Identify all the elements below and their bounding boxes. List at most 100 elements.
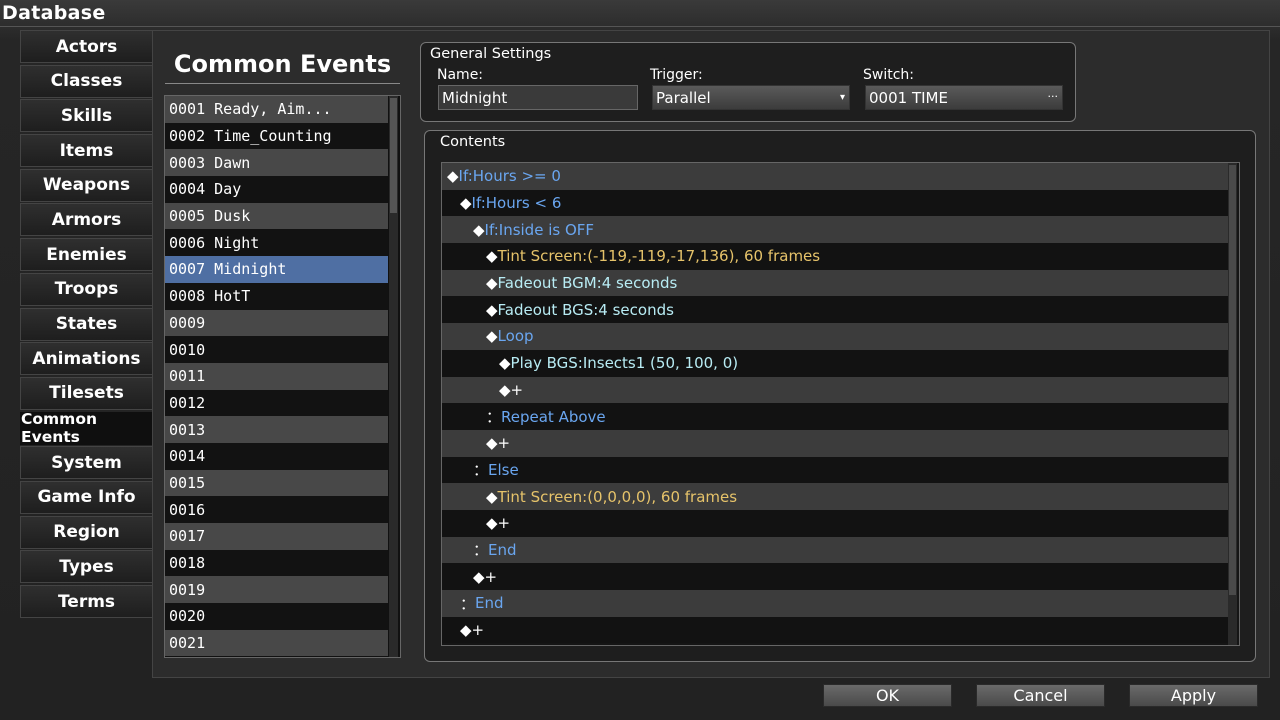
tab-label: Enemies	[46, 244, 127, 265]
diamond-icon: ◆	[473, 567, 485, 586]
switch-selector[interactable]: 0001 TIME ···	[865, 85, 1063, 110]
command-text: Play BGS:Insects1 (50, 100, 0)	[510, 354, 739, 373]
tab-enemies[interactable]: Enemies	[20, 238, 153, 272]
list-item[interactable]: 0010	[165, 336, 388, 363]
list-item[interactable]: 0003 Dawn	[165, 149, 388, 177]
command-text: If:Inside is OFF	[484, 220, 595, 239]
window-title: Database	[2, 2, 106, 24]
event-command-row[interactable]: ◆ Tint Screen:(-119,-119,-17,136), 60 fra…	[442, 243, 1228, 270]
event-command-row[interactable]: ◆ Loop	[442, 323, 1228, 350]
command-text: Fadeout BGM:4 seconds	[497, 274, 678, 293]
diamond-icon: ◆	[486, 514, 498, 533]
event-command-row[interactable]: ◆ If:Inside is OFF	[442, 216, 1228, 244]
list-item[interactable]: 0009	[165, 309, 388, 337]
heading-underline	[165, 83, 400, 84]
event-command-row[interactable]: ： End	[442, 536, 1228, 564]
diamond-icon: ◆	[460, 621, 472, 640]
event-command-list[interactable]: ◆ If:Hours >= 0 ◆ If:Hours < 6 ◆ If:Inside is…	[441, 162, 1240, 646]
tab-label: Types	[59, 556, 114, 577]
tab-label: Troops	[54, 279, 119, 300]
branch-marker: ：	[486, 408, 502, 427]
list-item[interactable]: 0015	[165, 469, 388, 497]
name-label: Name:	[437, 67, 484, 83]
list-item[interactable]: 0007 Midnight	[165, 256, 388, 283]
list-item[interactable]: 0013	[165, 416, 388, 443]
tab-skills[interactable]: Skills	[20, 99, 153, 133]
command-list-scrollbar[interactable]	[1228, 163, 1237, 645]
event-command-row[interactable]: ◆ Fadeout BGM:4 seconds	[442, 269, 1228, 297]
ellipsis-icon: ···	[1047, 90, 1059, 103]
event-command-row[interactable]: ： Else	[442, 456, 1228, 484]
tab-terms[interactable]: Terms	[20, 585, 153, 618]
scrollbar-thumb[interactable]	[1229, 165, 1236, 595]
list-item[interactable]: 0019	[165, 576, 388, 604]
branch-marker: ：	[473, 461, 489, 480]
chevron-down-icon: ▾	[839, 92, 845, 103]
diamond-icon: ◆	[486, 300, 498, 319]
tab-classes[interactable]: Classes	[20, 64, 153, 98]
category-tabs: Actors Classes Skills Items Weapons Armors Ene…	[20, 30, 153, 620]
command-text: +	[497, 434, 511, 453]
tab-troops[interactable]: Troops	[20, 272, 153, 306]
diamond-icon: ◆	[499, 380, 511, 399]
tab-actors[interactable]: Actors	[20, 30, 153, 63]
tab-types[interactable]: Types	[20, 550, 153, 584]
event-command-row[interactable]: ◆ If:Hours >= 0	[442, 163, 1228, 190]
tab-items[interactable]: Items	[20, 134, 153, 168]
tab-armors[interactable]: Armors	[20, 203, 153, 237]
common-events-list[interactable]: 0001 Ready, Aim... 0002 Time_Counting 0003…	[164, 95, 401, 658]
list-item[interactable]: 0004 Day	[165, 176, 388, 203]
cancel-button[interactable]: Cancel	[976, 684, 1105, 707]
event-command-row[interactable]: ◆ Fadeout BGS:4 seconds	[442, 296, 1228, 324]
tab-label: Common Events	[21, 410, 98, 447]
event-command-row[interactable]: ◆ +	[442, 429, 1228, 457]
event-command-row[interactable]: ◆ +	[442, 509, 1228, 537]
ok-button[interactable]: OK	[823, 684, 952, 707]
tab-animations[interactable]: Animations	[20, 342, 153, 376]
list-item[interactable]: 0006 Night	[165, 229, 388, 257]
list-item[interactable]: 0014	[165, 442, 388, 470]
event-command-row[interactable]: ： End	[442, 590, 1228, 617]
diamond-icon: ◆	[486, 327, 498, 346]
tab-tilesets[interactable]: Tilesets	[20, 376, 153, 410]
tab-common-events[interactable]: Common Events	[20, 410, 153, 447]
list-item[interactable]: 0016	[165, 496, 388, 523]
tab-label: Tilesets	[49, 383, 124, 404]
tab-states[interactable]: States	[20, 307, 153, 341]
list-item[interactable]: 0021	[165, 629, 388, 657]
common-events-scrollbar[interactable]	[389, 96, 398, 657]
list-item[interactable]: 0020	[165, 603, 388, 630]
event-command-row[interactable]: ◆ +	[442, 376, 1228, 404]
command-text: +	[497, 514, 511, 533]
command-text: Fadeout BGS:4 seconds	[497, 300, 674, 319]
list-item[interactable]: 0011	[165, 362, 388, 390]
tab-label: Weapons	[42, 175, 131, 196]
list-item[interactable]: 0005 Dusk	[165, 202, 388, 230]
command-text: If:Hours >= 0	[458, 167, 561, 186]
event-command-row[interactable]: ◆ +	[442, 563, 1228, 590]
list-item[interactable]: 0001 Ready, Aim...	[165, 96, 388, 123]
tab-label: Skills	[60, 105, 113, 126]
event-command-row[interactable]: ◆ Tint Screen:(0,0,0,0), 60 frames	[442, 483, 1228, 510]
list-item[interactable]: 0002 Time_Counting	[165, 122, 388, 150]
command-text: Else	[488, 460, 519, 479]
event-command-row[interactable]: ◆ +	[442, 616, 1228, 644]
event-command-row[interactable]: ◆ If:Hours < 6	[442, 189, 1228, 217]
event-command-row[interactable]: ◆ Play BGS:Insects1 (50, 100, 0)	[442, 349, 1228, 377]
trigger-dropdown[interactable]: Parallel ▾	[652, 85, 850, 110]
tab-region[interactable]: Region	[20, 515, 153, 549]
list-item[interactable]: 0017	[165, 523, 388, 550]
scrollbar-thumb[interactable]	[390, 98, 397, 213]
tab-game-info[interactable]: Game Info	[20, 480, 153, 514]
name-field[interactable]: Midnight	[438, 85, 638, 110]
tab-label: States	[55, 314, 118, 334]
list-item[interactable]: 0012	[165, 389, 388, 417]
event-command-row[interactable]: ： Repeat Above	[442, 403, 1228, 430]
tab-system[interactable]: System	[20, 446, 153, 480]
tab-weapons[interactable]: Weapons	[20, 168, 153, 202]
apply-button[interactable]: Apply	[1129, 684, 1258, 707]
list-item[interactable]: 0018	[165, 549, 388, 577]
command-text: +	[484, 567, 498, 586]
list-item[interactable]: 0008 HotT	[165, 282, 388, 310]
command-text: End	[488, 540, 517, 559]
